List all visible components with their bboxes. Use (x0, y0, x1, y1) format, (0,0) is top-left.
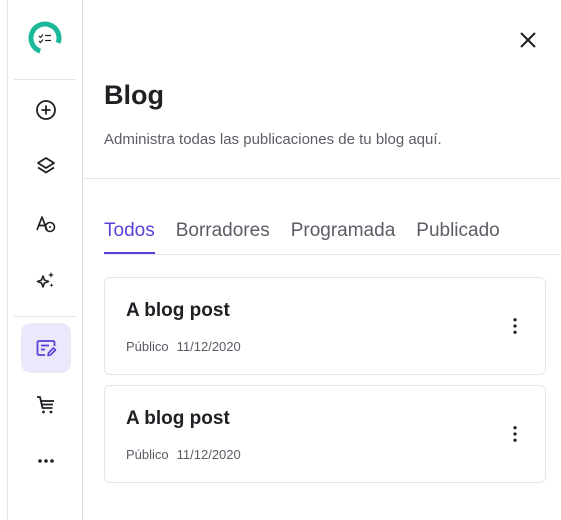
post-visibility: Público (126, 447, 169, 462)
post-menu-button[interactable] (505, 422, 525, 446)
tab-todos[interactable]: Todos (104, 220, 155, 254)
blog-edit-icon (36, 340, 57, 357)
close-button[interactable] (514, 26, 542, 54)
post-title: A blog post (126, 408, 230, 429)
layers-icon (37, 157, 55, 174)
post-meta: Público 11/12/2020 (126, 447, 241, 462)
sidebar-item-add[interactable] (21, 85, 71, 135)
text-style-icon (36, 216, 56, 233)
close-icon (520, 32, 536, 48)
sidebar-item-store[interactable] (21, 380, 71, 430)
page-title: Blog (104, 80, 164, 110)
sparkles-icon (36, 272, 54, 288)
more-vertical-icon (513, 318, 517, 334)
post-date: 11/12/2020 (176, 447, 241, 462)
sidebar-item-more[interactable] (21, 436, 71, 486)
cart-icon (37, 396, 54, 414)
tab-programada[interactable]: Programada (291, 220, 396, 254)
tab-borradores[interactable]: Borradores (176, 220, 270, 254)
post-card[interactable]: A blog post Público 11/12/2020 (104, 385, 546, 483)
post-visibility: Público (126, 339, 169, 354)
sidebar-item-blog[interactable] (21, 323, 71, 373)
sidebar-item-styles[interactable] (21, 199, 71, 249)
sidebar-item-ai[interactable] (21, 256, 71, 306)
sidebar-separator (14, 79, 76, 80)
tabs-divider (104, 254, 561, 255)
page-subtitle: Administra todas las publicaciones de tu… (104, 131, 442, 148)
tab-publicado[interactable]: Publicado (416, 220, 499, 254)
post-card[interactable]: A blog post Público 11/12/2020 (104, 277, 546, 375)
post-date: 11/12/2020 (176, 339, 241, 354)
post-menu-button[interactable] (505, 314, 525, 338)
post-title: A blog post (126, 300, 230, 321)
sidebar-separator (14, 316, 76, 317)
more-horizontal-icon (38, 459, 54, 463)
header-divider (83, 178, 561, 179)
more-vertical-icon (513, 426, 517, 442)
post-meta: Público 11/12/2020 (126, 339, 241, 354)
plus-circle-icon (36, 100, 56, 120)
tab-bar: Todos Borradores Programada Publicado (104, 220, 521, 256)
sidebar-item-layers[interactable] (21, 141, 71, 191)
app-logo-icon[interactable] (27, 20, 63, 56)
sidebar-divider (82, 0, 83, 520)
